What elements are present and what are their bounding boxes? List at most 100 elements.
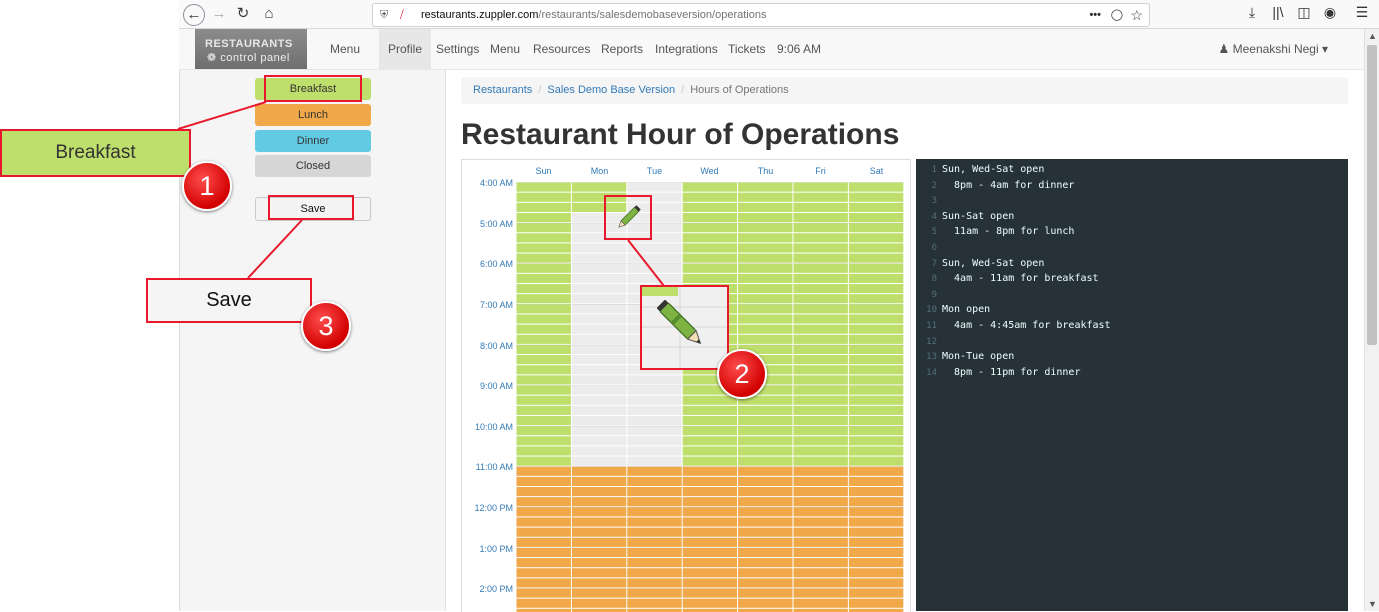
schedule-cell[interactable] (516, 578, 571, 588)
schedule-cell[interactable] (738, 578, 793, 588)
schedule-cell[interactable] (738, 476, 793, 486)
schedule-cell[interactable] (738, 568, 793, 578)
schedule-cell[interactable] (738, 263, 793, 273)
hamburger-menu-icon[interactable]: ☰ (1353, 4, 1371, 21)
code-line[interactable]: 10 Mon open (916, 304, 1348, 320)
breadcrumb-restaurants[interactable]: Restaurants (473, 84, 532, 96)
schedule-cell[interactable] (848, 202, 904, 212)
schedule-cell[interactable] (571, 365, 627, 375)
schedule-cell[interactable] (571, 304, 627, 314)
nav-integrations[interactable]: Integrations (646, 29, 727, 69)
schedule-cell[interactable] (793, 385, 848, 395)
account-icon[interactable]: ◉ (1321, 4, 1339, 21)
code-line[interactable]: 6 (916, 242, 1348, 258)
schedule-cell[interactable] (848, 588, 904, 598)
schedule-cell[interactable] (848, 192, 904, 202)
schedule-cell[interactable] (682, 558, 738, 568)
schedule-cell[interactable] (793, 375, 848, 385)
schedule-cell[interactable] (738, 324, 793, 334)
schedule-cell[interactable] (682, 527, 738, 537)
schedule-cell[interactable] (627, 537, 682, 547)
address-bar[interactable]: ⛨ ⧸ restaurants.zuppler.com/restaurants/… (372, 3, 1150, 27)
schedule-cell[interactable] (738, 233, 793, 243)
schedule-cell[interactable] (627, 497, 682, 507)
schedule-cell[interactable] (627, 436, 682, 446)
schedule-cell[interactable] (793, 466, 848, 476)
schedule-cell[interactable] (848, 598, 904, 608)
schedule-cell[interactable] (738, 294, 793, 304)
schedule-cell[interactable] (848, 223, 904, 233)
schedule-cell[interactable] (516, 527, 571, 537)
schedule-cell[interactable] (848, 537, 904, 547)
schedule-cell[interactable] (516, 426, 571, 436)
schedule-cell[interactable] (571, 466, 627, 476)
schedule-cell[interactable] (738, 426, 793, 436)
schedule-cell[interactable] (627, 385, 682, 395)
schedule-cell[interactable] (627, 253, 682, 263)
schedule-cell[interactable] (682, 568, 738, 578)
schedule-cell[interactable] (516, 334, 571, 344)
schedule-cell[interactable] (627, 243, 682, 253)
schedule-cell[interactable] (738, 588, 793, 598)
schedule-cell[interactable] (848, 527, 904, 537)
schedule-cell[interactable] (738, 284, 793, 294)
schedule-cell[interactable] (516, 456, 571, 466)
schedule-cell[interactable] (571, 395, 627, 405)
nav-settings[interactable]: Settings (427, 29, 488, 69)
user-menu[interactable]: ♟ Meenakshi Negi ▾ (1218, 29, 1328, 69)
forward-arrow-icon[interactable]: → (209, 4, 229, 24)
nav-menu[interactable]: Menu (321, 29, 369, 69)
schedule-cell[interactable] (793, 527, 848, 537)
schedule-cell[interactable] (848, 263, 904, 273)
schedule-cell[interactable] (793, 273, 848, 283)
schedule-cell[interactable] (516, 497, 571, 507)
schedule-cell[interactable] (738, 304, 793, 314)
schedule-cell[interactable] (848, 578, 904, 588)
schedule-cell[interactable] (516, 344, 571, 355)
schedule-cell[interactable] (571, 588, 627, 598)
schedule-cell[interactable] (571, 334, 627, 344)
schedule-cell[interactable] (571, 253, 627, 263)
schedule-grid[interactable]: Sun Mon Tue Wed Thu Fri Sat 4:00 AM 5:00… (461, 159, 911, 612)
schedule-cell[interactable] (571, 314, 627, 324)
schedule-cell[interactable] (627, 456, 682, 466)
schedule-cell[interactable] (793, 588, 848, 598)
schedule-cell[interactable] (738, 182, 793, 192)
schedule-cell[interactable] (682, 497, 738, 507)
schedule-cell[interactable] (848, 558, 904, 568)
schedule-cell[interactable] (571, 497, 627, 507)
scroll-up-icon[interactable]: ▲ (1368, 31, 1377, 41)
schedule-cell[interactable] (571, 598, 627, 608)
tracking-shield-icon[interactable]: ⛨ (380, 4, 388, 26)
schedule-cell[interactable] (627, 598, 682, 608)
schedule-cell[interactable] (627, 426, 682, 436)
schedule-cell[interactable] (682, 466, 738, 476)
schedule-cell[interactable] (516, 375, 571, 385)
schedule-cell[interactable] (516, 415, 571, 426)
schedule-cell[interactable] (848, 314, 904, 324)
download-icon[interactable]: ⤓ (1243, 4, 1261, 21)
schedule-cell[interactable] (848, 456, 904, 466)
schedule-cell[interactable] (682, 487, 738, 497)
schedule-cell[interactable] (848, 497, 904, 507)
back-arrow-icon[interactable]: ← (183, 4, 205, 26)
schedule-cell[interactable] (793, 395, 848, 405)
schedule-cell[interactable] (682, 547, 738, 558)
schedule-cell[interactable] (793, 294, 848, 304)
schedule-cell[interactable] (848, 324, 904, 334)
schedule-cell[interactable] (516, 385, 571, 395)
schedule-cell[interactable] (848, 375, 904, 385)
schedule-cell[interactable] (516, 304, 571, 314)
schedule-cell[interactable] (627, 446, 682, 456)
nav-tickets[interactable]: Tickets (719, 29, 775, 69)
schedule-cell[interactable] (738, 253, 793, 263)
schedule-cell[interactable] (516, 405, 571, 415)
schedule-cell[interactable] (516, 253, 571, 263)
schedule-cell[interactable] (738, 273, 793, 283)
schedule-cell[interactable] (516, 355, 571, 365)
schedule-cell[interactable] (738, 314, 793, 324)
schedule-cell[interactable] (793, 446, 848, 456)
schedule-cell[interactable] (738, 223, 793, 233)
code-line[interactable]: 7 Sun, Wed-Sat open (916, 258, 1348, 274)
schedule-cell[interactable] (848, 507, 904, 517)
